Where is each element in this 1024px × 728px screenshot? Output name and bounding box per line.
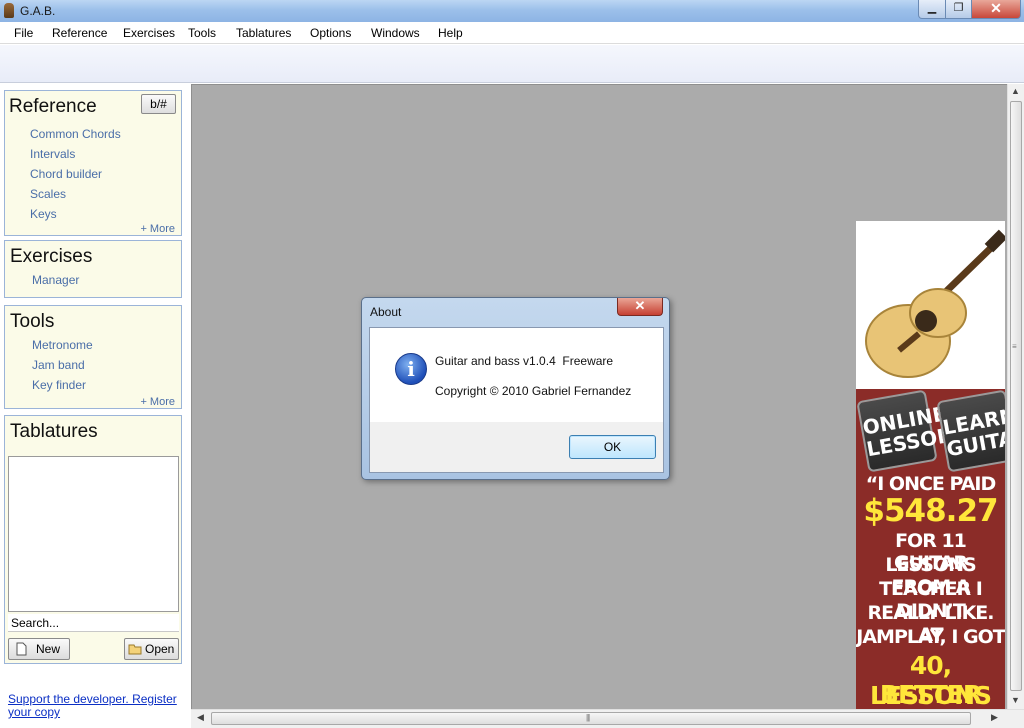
menu-windows[interactable]: Windows [371, 26, 420, 40]
link-metronome[interactable]: Metronome [32, 338, 93, 352]
exercises-panel-title: Exercises [10, 246, 93, 267]
app-guitar-icon [4, 3, 14, 18]
scroll-down-icon[interactable]: ▼ [1011, 695, 1020, 705]
menu-options[interactable]: Options [310, 26, 351, 40]
left-sidebar: Reference b/# Common Chords Intervals Ch… [0, 84, 190, 728]
vertical-scrollbar[interactable]: ▲ ≡ ▼ [1007, 84, 1024, 709]
menu-reference[interactable]: Reference [52, 26, 107, 40]
tools-panel: Tools Metronome Jam band Key finder + Mo… [4, 305, 182, 409]
menu-file[interactable]: File [14, 26, 33, 40]
tablatures-panel-title: Tablatures [10, 421, 98, 442]
horizontal-scroll-thumb[interactable] [211, 712, 971, 725]
reference-panel: Reference b/# Common Chords Intervals Ch… [4, 90, 182, 236]
online-lessons-badge: ONLINE LESSONS [856, 389, 970, 473]
new-button-label: New [36, 642, 61, 656]
about-dialog-title: About [370, 305, 402, 319]
acoustic-guitar-icon [865, 229, 1005, 378]
menu-help[interactable]: Help [438, 26, 463, 40]
ad-guitar-area [856, 221, 1005, 391]
advertisement-banner[interactable]: ONLINE LESSONS LEARN GUITAR “I ONCE PAID… [856, 221, 1005, 709]
scroll-right-icon[interactable]: ▶ [991, 712, 998, 723]
title-bar: G.A.B. ▁ ❐ ✕ [0, 0, 1024, 22]
link-keys[interactable]: Keys [30, 207, 57, 221]
link-manager[interactable]: Manager [32, 273, 79, 287]
ad-line-6: JAMPLAY, I GOT [856, 626, 1005, 648]
tablatures-panel: Tablatures New Open [4, 415, 182, 664]
link-scales[interactable]: Scales [30, 187, 66, 201]
new-tablature-button[interactable]: New [8, 638, 70, 660]
open-folder-icon [128, 644, 142, 655]
support-developer-link[interactable]: Support the developer. Register your cop… [8, 693, 178, 719]
link-intervals[interactable]: Intervals [30, 147, 75, 161]
vertical-grip-icon: ≡ [1012, 342, 1017, 351]
learn-guitar-badge: LEARN GUITAR [936, 389, 1005, 473]
about-dialog-body: i Guitar and bass v1.0.4 Freeware Copyri… [369, 327, 664, 422]
new-document-icon [16, 642, 27, 656]
close-window-button[interactable]: ✕ [971, 0, 1021, 19]
horizontal-grip-icon: ||| [586, 713, 590, 722]
scroll-left-icon[interactable]: ◀ [197, 712, 204, 723]
reference-more-link[interactable]: + More [140, 223, 175, 235]
about-close-button[interactable]: ✕ [617, 298, 663, 316]
about-dialog: About ✕ i Guitar and bass v1.0.4 Freewar… [361, 297, 670, 480]
tablature-list[interactable] [8, 456, 179, 612]
menu-tools[interactable]: Tools [188, 26, 216, 40]
link-key-finder[interactable]: Key finder [32, 378, 86, 392]
link-common-chords[interactable]: Common Chords [30, 127, 121, 141]
ad-line-1: “I ONCE PAID [865, 473, 997, 495]
scroll-up-icon[interactable]: ▲ [1011, 86, 1020, 96]
toolbar-strip [0, 45, 1024, 83]
info-icon: i [395, 353, 427, 385]
about-dialog-footer: OK [369, 422, 664, 473]
vertical-scroll-thumb[interactable] [1010, 101, 1022, 691]
tools-more-link[interactable]: + More [140, 396, 175, 408]
menu-bar: File Reference Exercises Tools Tablature… [0, 22, 1024, 44]
flat-sharp-toggle-button[interactable]: b/# [141, 94, 176, 114]
ok-button[interactable]: OK [569, 435, 656, 459]
menu-tablatures[interactable]: Tablatures [236, 26, 291, 40]
exercises-panel: Exercises Manager [4, 240, 182, 298]
menu-exercises[interactable]: Exercises [123, 26, 175, 40]
window-title: G.A.B. [20, 4, 56, 18]
about-copyright-text: Copyright © 2010 Gabriel Fernandez [435, 384, 632, 398]
about-version-text: Guitar and bass v1.0.4 Freeware [435, 354, 614, 368]
horizontal-scrollbar[interactable]: ◀ ||| ▶ [191, 709, 1024, 728]
ad-price: $548.27 [863, 493, 998, 529]
open-tablature-button[interactable]: Open [124, 638, 179, 660]
tablature-search-input[interactable] [8, 614, 179, 632]
link-chord-builder[interactable]: Chord builder [30, 167, 102, 181]
minimize-button[interactable]: ▁ [918, 0, 946, 19]
open-button-label: Open [145, 642, 175, 656]
ad-line-8: LESSONS [869, 681, 992, 709]
tools-panel-title: Tools [10, 311, 55, 332]
link-jam-band[interactable]: Jam band [32, 358, 85, 372]
restore-button[interactable]: ❐ [945, 0, 972, 19]
reference-panel-title: Reference [9, 96, 97, 117]
